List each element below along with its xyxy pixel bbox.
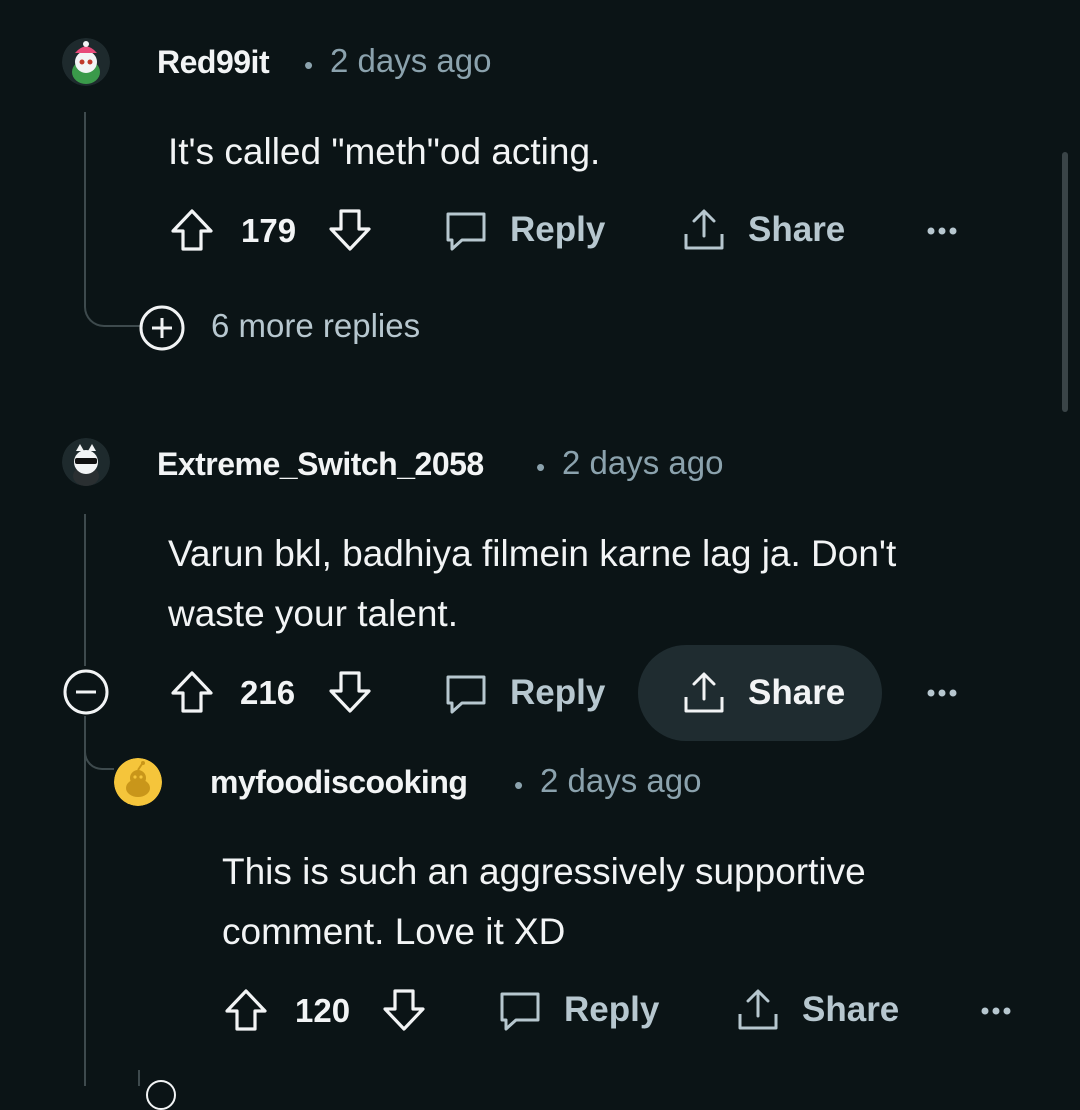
share-upload-icon	[684, 672, 724, 713]
vote-score: 120	[295, 992, 351, 1029]
comment-body-line: comment. Love it XD	[222, 911, 566, 952]
thread-line	[84, 112, 86, 302]
collapse-minus-icon[interactable]	[62, 668, 110, 716]
thread-line-curve	[84, 282, 140, 327]
upvote-icon[interactable]	[168, 668, 216, 716]
comment-bubble-icon	[446, 675, 486, 714]
separator-dot: •	[514, 770, 524, 800]
comment-body-line: waste your talent.	[168, 593, 458, 634]
more-replies-link[interactable]: 6 more replies	[211, 307, 420, 345]
share-upload-icon	[684, 209, 724, 250]
downvote-icon[interactable]	[380, 986, 428, 1034]
timestamp: 2 days ago	[562, 444, 724, 481]
timestamp: 2 days ago	[540, 762, 702, 799]
reply-button[interactable]: Reply	[418, 645, 629, 741]
share-button[interactable]: Share	[638, 645, 882, 741]
downvote-icon[interactable]	[326, 668, 374, 716]
avatar[interactable]	[62, 438, 110, 486]
more-dots-icon[interactable]	[922, 211, 962, 251]
timestamp: 2 days ago	[330, 42, 492, 79]
thread-line	[138, 1070, 140, 1086]
reply-label: Reply	[510, 210, 606, 249]
username[interactable]: Extreme_Switch_2058	[157, 446, 484, 483]
vote-score: 179	[241, 212, 297, 249]
downvote-icon[interactable]	[326, 206, 374, 254]
thread-line	[84, 716, 86, 1086]
share-label: Share	[748, 210, 846, 249]
upvote-icon[interactable]	[168, 206, 216, 254]
reply-button[interactable]: Reply	[472, 962, 683, 1058]
upvote-icon[interactable]	[222, 986, 270, 1034]
vote-score: 216	[240, 674, 296, 711]
username[interactable]: Red99it	[157, 44, 270, 81]
comment-body-line: This is such an aggressively supportive	[222, 851, 866, 892]
reply-button[interactable]: Reply	[418, 182, 629, 278]
comment-bubble-icon	[446, 212, 486, 251]
thread-line	[84, 514, 86, 666]
username[interactable]: myfoodiscooking	[210, 764, 468, 801]
share-label: Share	[748, 673, 846, 712]
comment-bubble-icon	[500, 992, 540, 1031]
separator-dot: •	[536, 452, 546, 482]
avatar[interactable]	[62, 38, 110, 86]
avatar[interactable]	[114, 758, 162, 806]
share-upload-icon	[738, 989, 778, 1030]
expand-plus-icon[interactable]	[138, 304, 186, 352]
share-label: Share	[802, 990, 900, 1029]
more-dots-icon[interactable]	[976, 991, 1016, 1031]
scrollbar[interactable]	[1062, 152, 1068, 412]
share-button[interactable]: Share	[656, 182, 869, 278]
reply-label: Reply	[510, 673, 606, 712]
reply-label: Reply	[564, 990, 660, 1029]
next-avatar-partial	[146, 1080, 176, 1110]
more-dots-icon[interactable]	[922, 673, 962, 713]
comment-body-line: Varun bkl, badhiya filmein karne lag ja.…	[168, 533, 897, 574]
comment-body: It's called "meth"od acting.	[168, 131, 601, 172]
separator-dot: •	[304, 50, 314, 80]
share-button[interactable]: Share	[710, 962, 923, 1058]
thread-line-curve	[84, 740, 114, 770]
